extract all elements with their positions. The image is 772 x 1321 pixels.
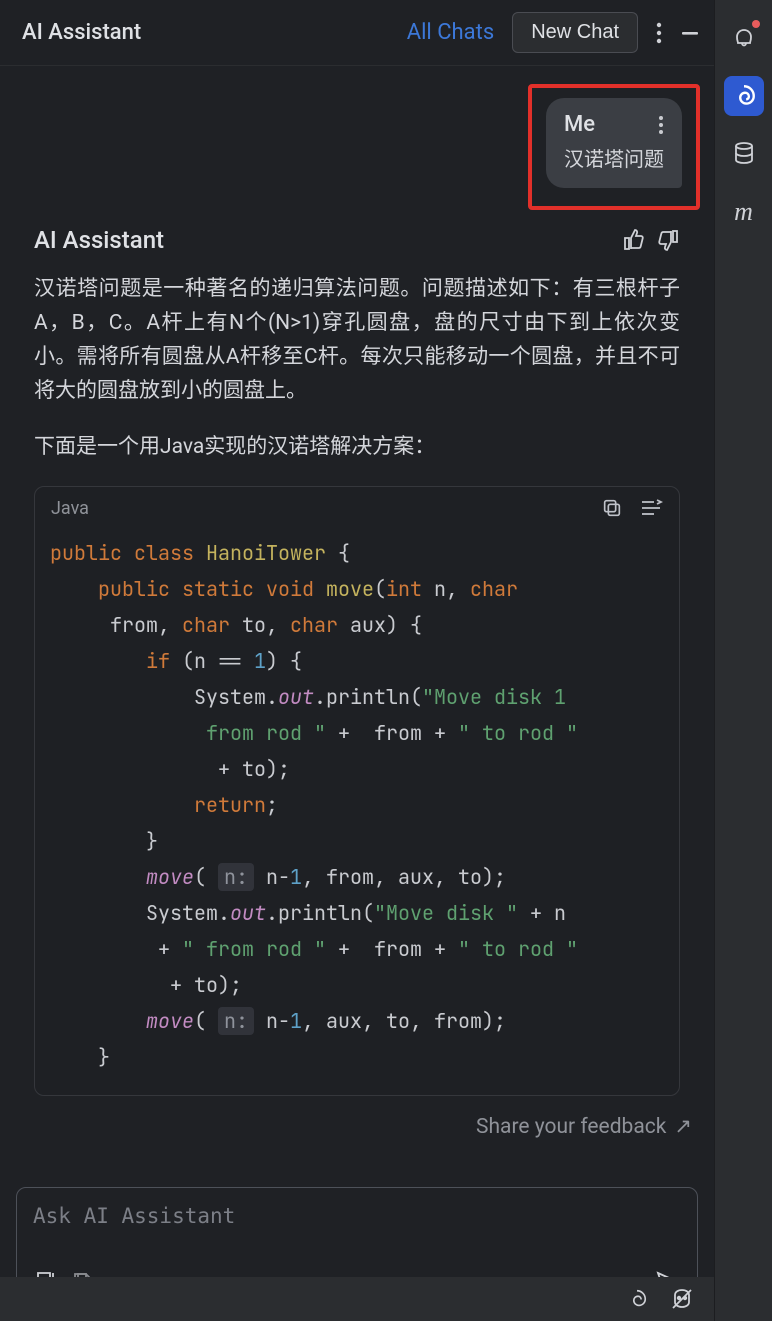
user-message-bubble: Me 汉诺塔问题 xyxy=(546,98,682,188)
assistant-paragraph-2: 下面是一个用Java实现的汉诺塔解决方案： xyxy=(34,430,680,464)
chat-scroll[interactable]: Me 汉诺塔问题 AI Assistant xyxy=(0,66,714,1187)
chat-input[interactable] xyxy=(33,1204,681,1252)
notifications-icon[interactable] xyxy=(724,18,764,58)
external-link-icon: ↗ xyxy=(674,1115,692,1139)
status-bar xyxy=(0,1277,714,1321)
code-language-label: Java xyxy=(51,498,585,519)
thumbs-down-icon[interactable] xyxy=(656,228,680,252)
share-feedback-link[interactable]: Share your feedback↗ xyxy=(0,1114,714,1153)
assistant-message: AI Assistant 汉诺塔问题是一种著名的递归算法问题。问题描述如下：有三… xyxy=(0,220,714,1096)
thumbs-up-icon[interactable] xyxy=(622,228,646,252)
database-icon[interactable] xyxy=(724,134,764,174)
code-content: public class HanoiTower { public static … xyxy=(35,529,679,1095)
user-message-menu-icon[interactable] xyxy=(658,115,664,135)
code-block: Java public class HanoiTower { public st… xyxy=(34,486,680,1096)
panel-title: AI Assistant xyxy=(22,20,407,45)
assistant-paragraph-1: 汉诺塔问题是一种著名的递归算法问题。问题描述如下：有三根杆子A，B，C。A杆上有… xyxy=(34,272,680,408)
insert-code-icon[interactable] xyxy=(639,497,663,519)
right-sidebar: m xyxy=(714,0,772,1321)
user-message-highlight: Me 汉诺塔问题 xyxy=(528,84,700,210)
minimize-icon[interactable] xyxy=(680,23,700,43)
header: AI Assistant All Chats New Chat xyxy=(0,0,714,66)
ai-assistant-icon[interactable] xyxy=(724,76,764,116)
notification-badge xyxy=(752,20,760,28)
kebab-menu-icon[interactable] xyxy=(656,22,662,44)
copy-code-icon[interactable] xyxy=(601,497,623,519)
user-message-text: 汉诺塔问题 xyxy=(564,143,664,172)
assistant-sender-label: AI Assistant xyxy=(34,226,612,254)
new-chat-button[interactable]: New Chat xyxy=(512,12,638,53)
maven-icon[interactable]: m xyxy=(724,192,764,232)
copilot-disabled-icon[interactable] xyxy=(670,1288,694,1310)
spiral-icon[interactable] xyxy=(626,1288,648,1310)
all-chats-link[interactable]: All Chats xyxy=(407,20,494,45)
user-sender-label: Me xyxy=(564,112,595,137)
